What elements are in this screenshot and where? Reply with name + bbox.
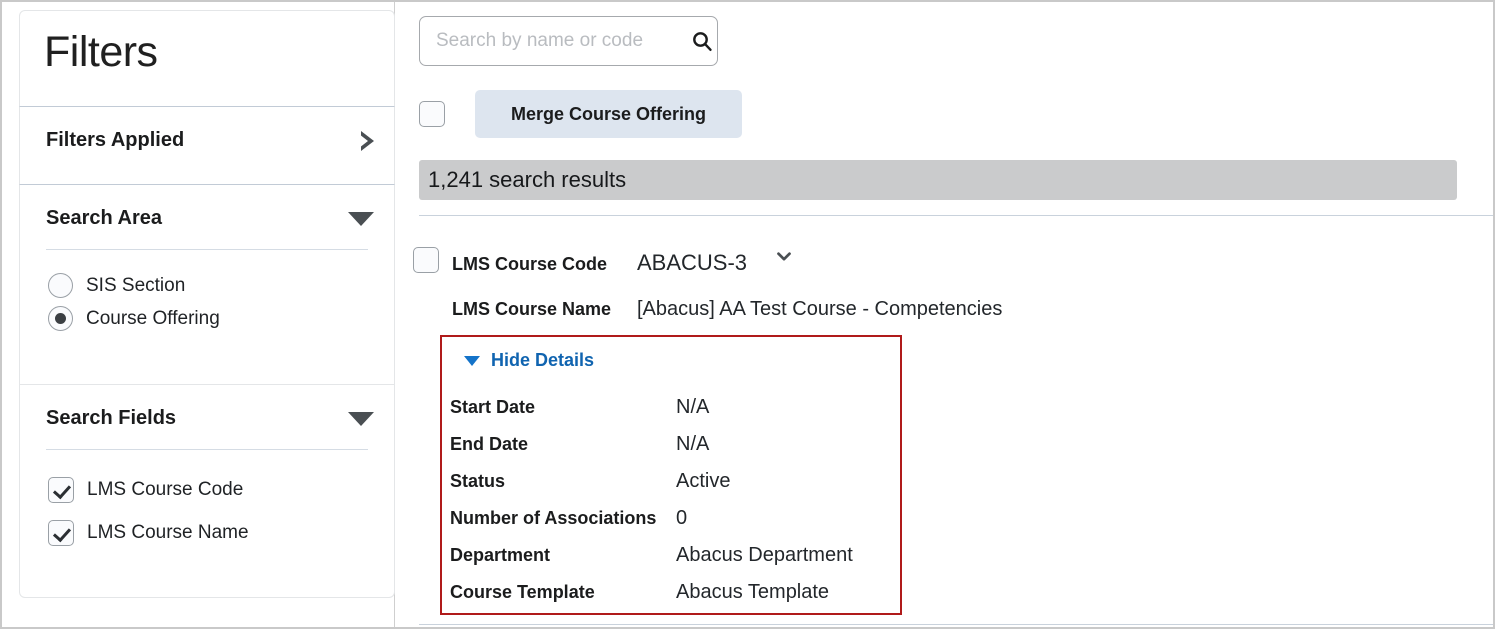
details-highlight-box: Hide Details Start Date N/A End Date N/A…: [440, 335, 902, 615]
triangle-right-icon[interactable]: [359, 130, 374, 151]
radio-option-sis-section[interactable]: SIS Section: [48, 273, 185, 298]
section-header-search-fields[interactable]: Search Fields: [46, 407, 374, 430]
result-code-row: LMS Course Code ABACUS-3: [452, 248, 795, 276]
section-header-filters-applied[interactable]: Filters Applied: [46, 129, 374, 152]
result-name-value: [Abacus] AA Test Course - Competencies: [637, 298, 1003, 320]
checkbox-lms-course-name[interactable]: [48, 520, 74, 546]
radio-label-sis-section: SIS Section: [86, 274, 186, 296]
detail-row-number-of-associations: Number of Associations 0: [450, 507, 687, 530]
section-divider: [46, 249, 368, 250]
merge-course-offering-button[interactable]: Merge Course Offering: [475, 90, 743, 138]
detail-row-course-template: Course Template Abacus Template: [450, 581, 829, 604]
hide-details-toggle[interactable]: Hide Details: [464, 350, 594, 371]
filters-title-card: Filters: [19, 10, 395, 106]
detail-row-start-date: Start Date N/A: [450, 396, 709, 419]
detail-key: Department: [450, 545, 551, 565]
hide-details-label: Hide Details: [491, 350, 595, 370]
search-box[interactable]: [419, 16, 718, 66]
triangle-down-icon[interactable]: [348, 411, 374, 426]
detail-value: Active: [676, 470, 731, 492]
detail-row-department: Department Abacus Department: [450, 544, 853, 567]
app-screen: Filters Filters Applied Search Area SIS …: [0, 0, 1495, 629]
search-input[interactable]: [420, 30, 687, 52]
detail-key: Start Date: [450, 397, 536, 417]
filters-sidebar: Filters Filters Applied Search Area SIS …: [2, 2, 395, 627]
section-search-fields: Search Fields LMS Course Code LMS Course…: [19, 384, 395, 598]
chevron-down-icon[interactable]: [773, 245, 795, 272]
detail-value: N/A: [676, 396, 710, 418]
result-item-divider: [419, 624, 1493, 625]
result-code-value: ABACUS-3: [637, 250, 748, 275]
detail-key: End Date: [450, 434, 529, 454]
detail-key: Number of Associations: [450, 508, 657, 528]
merge-row: Merge Course Offering: [419, 90, 743, 138]
section-header-search-area[interactable]: Search Area: [46, 207, 374, 230]
results-count-label: 1,241 search results: [428, 167, 627, 192]
page-title: Filters: [44, 28, 158, 76]
section-divider: [46, 449, 368, 450]
section-title-search-fields: Search Fields: [46, 407, 177, 429]
radio-option-course-offering[interactable]: Course Offering: [48, 306, 220, 331]
radio-course-offering[interactable]: [48, 306, 73, 331]
section-title-filters-applied: Filters Applied: [46, 129, 185, 151]
result-name-label: LMS Course Name: [452, 299, 612, 319]
detail-value: N/A: [676, 433, 710, 455]
triangle-down-icon[interactable]: [348, 211, 374, 226]
detail-value: Abacus Template: [676, 581, 830, 603]
checkbox-select-all[interactable]: [419, 101, 445, 127]
result-code-label: LMS Course Code: [452, 254, 608, 274]
checkbox-lms-course-code[interactable]: [48, 477, 74, 503]
checkbox-label-lms-course-code: LMS Course Code: [87, 479, 244, 500]
results-count-bar: 1,241 search results: [419, 160, 1457, 200]
triangle-down-icon: [464, 355, 480, 366]
section-title-search-area: Search Area: [46, 207, 162, 229]
detail-key: Status: [450, 471, 506, 491]
radio-sis-section[interactable]: [48, 273, 73, 298]
search-icon[interactable]: [687, 29, 717, 53]
checkbox-label-lms-course-name: LMS Course Name: [87, 522, 249, 543]
checkbox-result-item[interactable]: [413, 247, 439, 273]
checkbox-option-lms-course-code[interactable]: LMS Course Code: [48, 477, 243, 503]
result-name-row: LMS Course Name [Abacus] AA Test Course …: [452, 298, 1002, 321]
detail-value: 0: [676, 507, 688, 529]
detail-row-status: Status Active: [450, 470, 730, 493]
detail-row-end-date: End Date N/A: [450, 433, 709, 456]
section-search-area: Search Area SIS Section Course Offering: [19, 184, 395, 384]
detail-key: Course Template: [450, 582, 595, 602]
checkbox-option-lms-course-name[interactable]: LMS Course Name: [48, 520, 249, 546]
radio-label-course-offering: Course Offering: [86, 307, 220, 329]
main-content: Merge Course Offering 1,241 search resul…: [396, 2, 1493, 627]
detail-value: Abacus Department: [676, 544, 853, 566]
results-divider: [419, 215, 1493, 216]
section-filters-applied[interactable]: Filters Applied: [19, 106, 395, 184]
